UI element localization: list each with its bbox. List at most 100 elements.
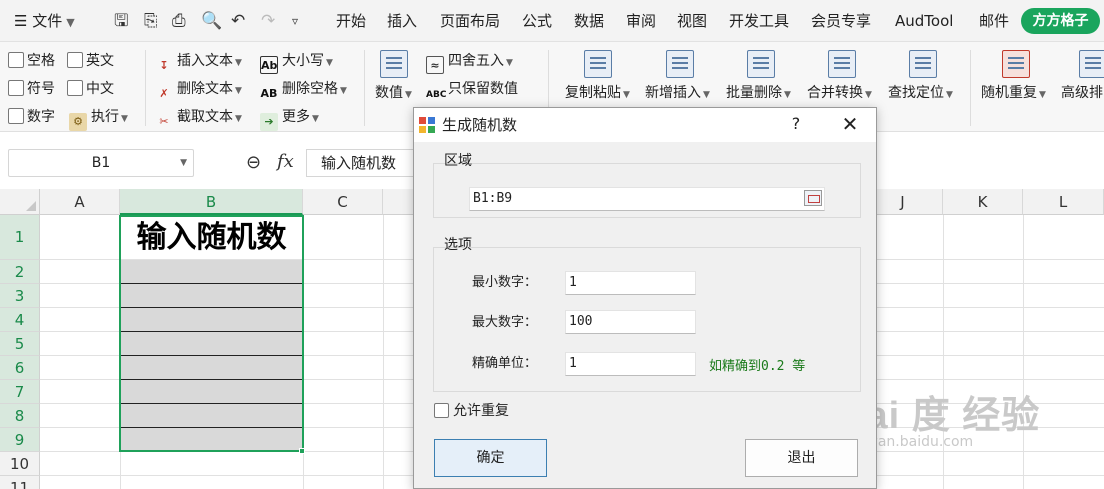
row-header-4[interactable]: 4 bbox=[0, 308, 40, 332]
checkbox-label: 中文 bbox=[86, 81, 114, 97]
select-all-corner[interactable] bbox=[0, 189, 40, 215]
checkbox-number[interactable]: 数字 bbox=[8, 108, 55, 126]
find-locate-button[interactable]: 查找定位 ▼ bbox=[888, 84, 953, 104]
cell-b3[interactable] bbox=[121, 284, 302, 308]
column-header-a[interactable]: A bbox=[40, 189, 120, 215]
more-button[interactable]: ➔ 更多 ▼ bbox=[260, 108, 319, 131]
value-button[interactable]: 数值 ▼ bbox=[375, 84, 412, 104]
row-header-5[interactable]: 5 bbox=[0, 332, 40, 356]
tab-member[interactable]: 会员专享 bbox=[811, 10, 871, 32]
tab-formulas[interactable]: 公式 bbox=[522, 10, 552, 32]
precision-input[interactable]: 1 bbox=[565, 352, 696, 376]
new-insert-button[interactable]: 新增插入 ▼ bbox=[645, 84, 710, 104]
exit-button[interactable]: 退出 bbox=[745, 439, 858, 477]
keep-value-button[interactable]: ABC 只保留数值 bbox=[426, 80, 518, 104]
cell-b2[interactable] bbox=[121, 260, 302, 284]
row-header-8[interactable]: 8 bbox=[0, 404, 40, 428]
tab-view[interactable]: 视图 bbox=[677, 10, 707, 32]
tab-review[interactable]: 审阅 bbox=[626, 10, 656, 32]
export-pdf-icon[interactable]: ⎘ bbox=[144, 11, 158, 31]
merge-convert-icon[interactable] bbox=[828, 50, 856, 78]
cell-b7[interactable] bbox=[121, 380, 302, 404]
checkbox-box bbox=[8, 52, 24, 68]
copy-paste-icon[interactable] bbox=[584, 50, 612, 78]
range-input[interactable]: B1:B9 bbox=[469, 187, 825, 211]
delete-text-button[interactable]: ✗ 删除文本 ▼ bbox=[155, 80, 242, 103]
tab-home[interactable]: 开始 bbox=[336, 10, 366, 32]
min-number-input[interactable]: 1 bbox=[565, 271, 696, 295]
case-button[interactable]: Ab 大小写 ▼ bbox=[260, 52, 333, 74]
row-header-11[interactable]: 11 bbox=[0, 476, 40, 489]
column-header-l[interactable]: L bbox=[1023, 189, 1104, 215]
new-insert-icon[interactable] bbox=[666, 50, 694, 78]
cell-b6[interactable] bbox=[121, 356, 302, 380]
merge-convert-button[interactable]: 合并转换 ▼ bbox=[807, 84, 872, 104]
tab-audtool[interactable]: AudTool bbox=[895, 10, 953, 32]
advanced-sort-button[interactable]: 高级排 bbox=[1061, 84, 1104, 102]
column-header-b[interactable]: B bbox=[120, 189, 303, 215]
tab-developer[interactable]: 开发工具 bbox=[729, 10, 789, 32]
chevron-down-icon: ▼ bbox=[340, 86, 347, 96]
row-header-2[interactable]: 2 bbox=[0, 260, 40, 284]
cell-b8[interactable] bbox=[121, 404, 302, 428]
ok-button[interactable]: 确定 bbox=[434, 439, 547, 477]
checkbox-space[interactable]: 空格 bbox=[8, 52, 55, 70]
insert-text-button[interactable]: ↧ 插入文本 ▼ bbox=[155, 52, 242, 75]
extract-text-icon: ✂ bbox=[159, 115, 169, 128]
advanced-sort-icon[interactable] bbox=[1079, 50, 1104, 78]
find-locate-icon[interactable] bbox=[909, 50, 937, 78]
fx-icon[interactable]: fx bbox=[277, 151, 294, 172]
checkbox-chinese[interactable]: 中文 bbox=[67, 80, 114, 98]
redo-icon[interactable]: ↷ bbox=[261, 11, 275, 31]
formula-input[interactable]: 输入随机数 bbox=[306, 149, 416, 177]
name-box[interactable]: B1 ▼ bbox=[8, 149, 194, 177]
file-menu-label: 文件 bbox=[32, 12, 63, 30]
random-repeat-button[interactable]: 随机重复 ▼ bbox=[981, 84, 1046, 104]
row-header-3[interactable]: 3 bbox=[0, 284, 40, 308]
more-label: 更多 bbox=[282, 109, 310, 125]
chevron-down-icon: ▼ bbox=[121, 114, 128, 124]
checkbox-english[interactable]: 英文 bbox=[67, 52, 114, 70]
execute-button[interactable]: ⚙ 执行 ▼ bbox=[69, 108, 128, 131]
column-header-c[interactable]: C bbox=[303, 189, 383, 215]
batch-delete-icon[interactable] bbox=[747, 50, 775, 78]
more-dropdown-icon[interactable]: ▿ bbox=[292, 11, 298, 31]
column-header-k[interactable]: K bbox=[943, 189, 1023, 215]
cell-b1[interactable]: 输入随机数 bbox=[121, 216, 302, 259]
copy-paste-button[interactable]: 复制粘贴 ▼ bbox=[565, 84, 630, 104]
cell-b5[interactable] bbox=[121, 332, 302, 356]
save-icon[interactable]: 🖫 bbox=[114, 11, 128, 31]
extract-text-button[interactable]: ✂ 截取文本 ▼ bbox=[155, 108, 242, 131]
case-label: 大小写 bbox=[282, 53, 324, 69]
close-icon[interactable]: ✕ bbox=[838, 112, 862, 136]
row-header-1[interactable]: 1 bbox=[0, 215, 40, 260]
remove-space-button[interactable]: AB 删除空格 ▼ bbox=[260, 80, 347, 103]
dialog-titlebar[interactable]: 生成随机数 ? ✕ bbox=[414, 108, 876, 142]
fill-handle[interactable] bbox=[299, 448, 305, 454]
cell-b9[interactable] bbox=[121, 428, 302, 451]
row-header-9[interactable]: 9 bbox=[0, 428, 40, 452]
help-icon[interactable]: ? bbox=[786, 114, 806, 133]
tab-mail[interactable]: 邮件 bbox=[979, 10, 1009, 32]
allow-duplicate-checkbox[interactable]: 允许重复 bbox=[434, 402, 509, 420]
range-picker-icon[interactable] bbox=[804, 190, 822, 206]
tab-fangfang-gezi[interactable]: 方方格子 bbox=[1021, 8, 1100, 34]
tab-data[interactable]: 数据 bbox=[574, 10, 604, 32]
round-button[interactable]: ≈ 四舍五入 ▼ bbox=[426, 52, 513, 74]
max-number-input[interactable]: 100 bbox=[565, 310, 696, 334]
row-header-10[interactable]: 10 bbox=[0, 452, 40, 476]
random-repeat-icon[interactable] bbox=[1002, 50, 1030, 78]
batch-delete-button[interactable]: 批量删除 ▼ bbox=[726, 84, 791, 104]
tab-page-layout[interactable]: 页面布局 bbox=[440, 10, 500, 32]
print-icon[interactable]: ⎙ bbox=[172, 11, 186, 31]
file-menu[interactable]: ☰ 文件 ▼ bbox=[14, 10, 75, 34]
tab-insert[interactable]: 插入 bbox=[387, 10, 417, 32]
checkbox-symbol[interactable]: 符号 bbox=[8, 80, 55, 98]
cell-b4[interactable] bbox=[121, 308, 302, 332]
row-header-6[interactable]: 6 bbox=[0, 356, 40, 380]
undo-icon[interactable]: ↶ bbox=[231, 11, 245, 31]
value-icon[interactable] bbox=[380, 50, 408, 78]
zoom-icon[interactable]: ⊖ bbox=[246, 152, 261, 173]
row-header-7[interactable]: 7 bbox=[0, 380, 40, 404]
print-preview-icon[interactable]: 🔍 bbox=[201, 11, 222, 31]
